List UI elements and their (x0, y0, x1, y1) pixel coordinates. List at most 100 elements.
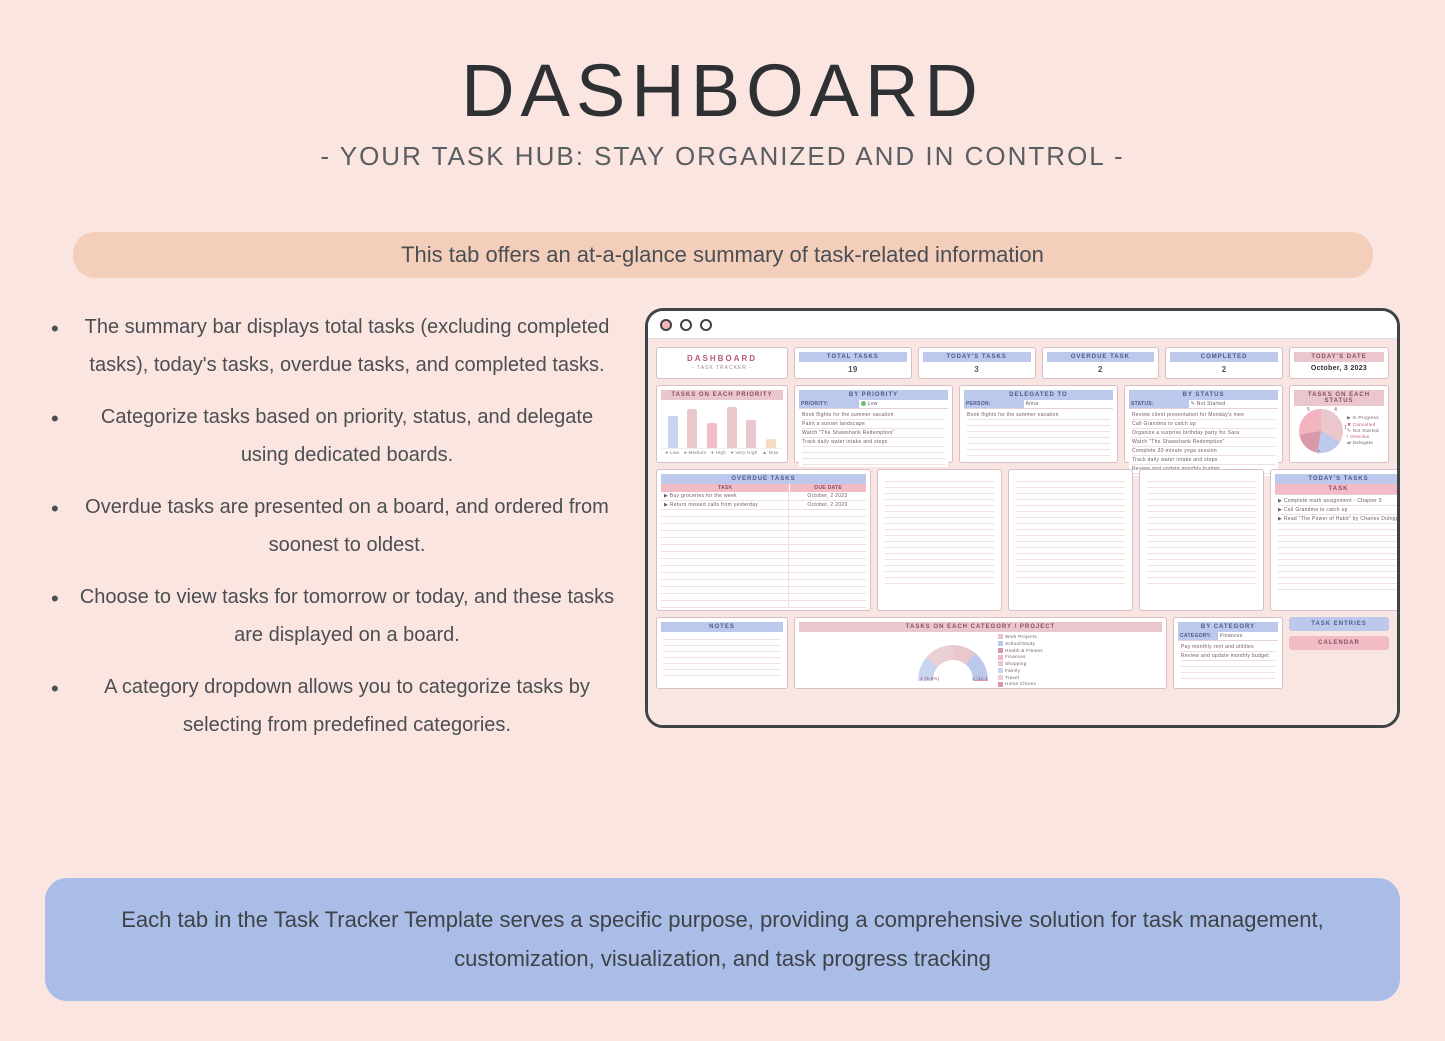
card-header: NOTES (661, 622, 783, 632)
priority-selector[interactable]: PRIORITY: Low (799, 400, 948, 408)
page-subtitle: - YOUR TASK HUB: STAY ORGANIZED AND IN C… (0, 141, 1445, 172)
kpi-label: OVERDUE TASK (1047, 352, 1155, 362)
window-dot-icon (700, 319, 712, 331)
by-category-card: BY CATEGORY CATEGORY: Finances Pay month… (1173, 617, 1283, 689)
bar (746, 420, 756, 448)
bar (727, 407, 737, 448)
chart-legend: ● Low ● Medium ● High ● Very High ▲ Now (661, 448, 783, 456)
chart-label: 1 (5.6%) (920, 676, 939, 681)
kpi-total-tasks: TOTAL TASKS 19 (794, 347, 912, 379)
selector-label: PERSON: (964, 400, 1024, 408)
notes-card: NOTES (656, 617, 788, 689)
bar (766, 439, 776, 448)
list-item: Book flights for the summer vacation (967, 411, 1110, 420)
category-chart-card: TASKS ON EACH CATEGORY / PROJECT 1 (5.6%… (794, 617, 1167, 689)
category-selector[interactable]: CATEGORY: Finances (1178, 632, 1278, 640)
pie-chart (1299, 409, 1343, 453)
selector-value: ✎ Not Started (1189, 400, 1278, 408)
chart-label: 2 (11.1%) (972, 676, 988, 681)
window-dot-icon (660, 319, 672, 331)
list-item: Complete 30-minute yoga session (1132, 447, 1275, 456)
page-title: DASHBOARD (0, 0, 1445, 133)
bar (687, 409, 697, 448)
person-selector[interactable]: PERSON: Anna (964, 400, 1113, 408)
kpi-label: TODAY'S TASKS (923, 352, 1031, 362)
selector-value: Anna (1024, 400, 1113, 408)
by-status-card: BY STATUS STATUS: ✎ Not Started Review c… (1124, 385, 1283, 463)
dashboard-subheading: - TASK TRACKER - (661, 365, 783, 371)
kpi-completed-tasks: COMPLETED 2 (1165, 347, 1283, 379)
chart-legend: Work Projects School/Study Health & Fitn… (998, 634, 1043, 688)
feature-bullets: The summary bar displays total tasks (ex… (45, 308, 615, 758)
kpi-value: October, 3 2023 (1294, 365, 1384, 372)
overdue-tasks-card: OVERDUE TASKS TASKDUE DATE ▶ Buy groceri… (656, 469, 871, 611)
card-header: TASKS ON EACH PRIORITY (661, 390, 783, 400)
kpi-today-tasks: TODAY'S TASKS 3 (918, 347, 1036, 379)
list-item: Watch "The Shawshank Redemption" (802, 429, 945, 438)
card-header: TODAY'S TASKS (1275, 474, 1400, 484)
selector-value: Low (859, 400, 948, 408)
selector-label: CATEGORY: (1178, 632, 1218, 640)
kpi-overdue-tasks: OVERDUE TASK 2 (1042, 347, 1160, 379)
selector-label: PRIORITY: (799, 400, 859, 408)
list-item: ▶ Complete math assignment - Chapter 5 (1278, 497, 1399, 506)
dashboard-title-card: DASHBOARD - TASK TRACKER - (656, 347, 788, 379)
kpi-value: 2 (1047, 365, 1155, 374)
bar (668, 416, 678, 448)
bullet-item: Overdue tasks are presented on a board, … (45, 488, 615, 564)
bullet-item: Choose to view tasks for tomorrow or tod… (45, 578, 615, 654)
window-titlebar (648, 311, 1397, 339)
bar-chart (661, 400, 783, 448)
kpi-label: COMPLETED (1170, 352, 1278, 362)
calendar-button[interactable]: CALENDAR (1289, 636, 1389, 650)
nav-buttons: TASK ENTRIES CALENDAR (1289, 617, 1389, 689)
table-header: TASK (1275, 484, 1400, 494)
kpi-label: TOTAL TASKS (799, 352, 907, 362)
table-header: TASKDUE DATE (661, 484, 866, 492)
task-entries-button[interactable]: TASK ENTRIES (1289, 617, 1389, 631)
status-chart-card: TASKS ON EACH STATUS 5 4 1 7 ▶ In Progre… (1289, 385, 1389, 463)
dashboard-screenshot: DASHBOARD - TASK TRACKER - TOTAL TASKS 1… (645, 308, 1400, 728)
card-header: OVERDUE TASKS (661, 474, 866, 484)
list-item: Organize a surprise birthday party for S… (1132, 429, 1275, 438)
card-header: TASKS ON EACH STATUS (1294, 390, 1384, 406)
pie-label: 7 (1317, 450, 1320, 456)
kpi-value: 19 (799, 365, 907, 374)
window-dot-icon (680, 319, 692, 331)
selector-label: STATUS: (1129, 400, 1189, 408)
status-selector[interactable]: STATUS: ✎ Not Started (1129, 400, 1278, 408)
today-tasks-card: TODAY'S TASKS TASK ▶ Complete math assig… (1270, 469, 1400, 611)
card-header: DELEGATED TO (964, 390, 1113, 400)
delegated-card: DELEGATED TO PERSON: Anna Book flights f… (959, 385, 1118, 463)
card-header: BY PRIORITY (799, 390, 948, 400)
chart-legend: ▶ In Progress ✖ Cancelled ✎ Not Started … (1347, 415, 1379, 446)
by-priority-card: BY PRIORITY PRIORITY: Low Book flights f… (794, 385, 953, 463)
selector-value: Finances (1218, 632, 1278, 640)
list-item: ▶ Call Grandma to catch up (1278, 506, 1399, 515)
list-item: ▶ Read "The Power of Habit" by Charles D… (1278, 515, 1399, 524)
card-header: BY STATUS (1129, 390, 1278, 400)
bullet-item: Categorize tasks based on priority, stat… (45, 398, 615, 474)
donut-chart: 1 (5.6%) 2 (11.1%) (918, 641, 988, 681)
list-item: Paint a sunset landscape (802, 420, 945, 429)
pie-label: 1 (1344, 425, 1347, 431)
list-item: Pay monthly rent and utilities (1181, 643, 1275, 652)
list-item: Book flights for the summer vacation (802, 411, 945, 420)
bullet-item: The summary bar displays total tasks (ex… (45, 308, 615, 384)
list-item: Track daily water intake and steps (802, 438, 945, 447)
priority-chart-card: TASKS ON EACH PRIORITY ● Low ● Medium ● … (656, 385, 788, 463)
bullet-item: A category dropdown allows you to catego… (45, 668, 615, 744)
pie-label: 5 (1307, 407, 1310, 413)
by-status-tall (1139, 469, 1264, 611)
dashboard-heading: DASHBOARD (661, 354, 783, 363)
list-item: Track daily water intake and steps (1132, 456, 1275, 465)
pie-label: 4 (1334, 407, 1337, 413)
delegated-tall (1008, 469, 1133, 611)
list-item: Call Grandma to catch up (1132, 420, 1275, 429)
bar (707, 423, 717, 448)
list-item: Review and update monthly budget (1181, 652, 1275, 661)
table-row: ▶ Buy groceries for the weekOctober, 2 2… (661, 492, 866, 501)
kpi-value: 2 (1170, 365, 1278, 374)
kpi-today-date: TODAY'S DATE October, 3 2023 (1289, 347, 1389, 379)
list-item: Review client presentation for Monday's … (1132, 411, 1275, 420)
